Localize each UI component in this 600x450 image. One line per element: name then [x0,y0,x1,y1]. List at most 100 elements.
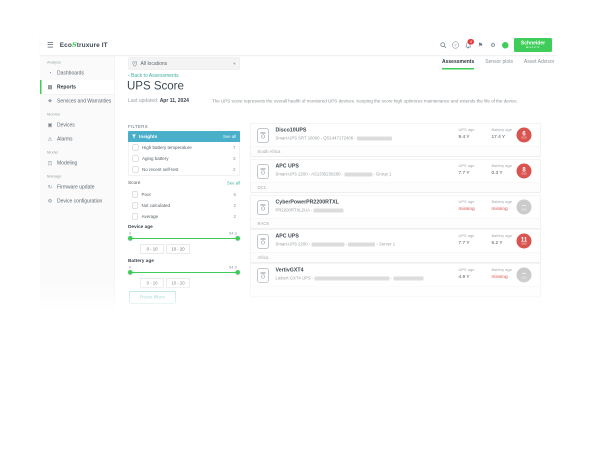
device-card-apc-ups-2[interactable]: APC UPS Smart-UPS 2200 - - - Server 1 UP… [250,229,541,263]
checkbox[interactable] [132,203,138,209]
device-name[interactable]: APC UPS [276,233,299,239]
device-configuration-icon: ⚙ [47,198,53,204]
score-denominator: /100 [521,243,526,246]
reset-filters-button[interactable]: Reset filters [129,291,176,304]
device-card-body: APC UPS Smart-UPS 2200 - - - Server 1 UP… [251,230,541,253]
device-location [251,287,541,297]
user-avatar[interactable] [502,42,509,49]
report-description: The UPS score represents the overall hea… [212,99,547,105]
subtitle-separator: - [346,242,347,247]
device-card-disco10ups[interactable]: Disco10UPS Smart-UPS SRT 10000 - QS14471… [250,123,541,157]
sidebar-item-alarms[interactable]: ⚠ Alarms [40,132,115,146]
score-badge-not-calculated: -- /100 [517,200,532,215]
sidebar-item-reports[interactable]: ▤ Reports [40,80,115,94]
battery-age-max: 54.3 [229,265,237,270]
reports-icon: ▤ [47,84,53,90]
dashboard-icon: ◔ [47,70,53,76]
sidebar-item-devices[interactable]: ▣ Devices [40,118,115,132]
hamburger-menu-icon[interactable]: ☰ [47,41,54,50]
sidebar-item-dashboards[interactable]: ◔ Dashboards [40,66,115,80]
help-icon[interactable]: ? [452,42,459,49]
filter-score-not-calculated: Not calculated 2 [128,200,240,211]
filter-score-average: Average 2 [128,211,240,222]
device-age-range-10-20-button[interactable]: 10 - 20 [166,244,190,254]
device-name[interactable]: Disco10UPS [276,127,307,133]
ups-age-label: UPS age [459,268,475,273]
tab-sensor-plots[interactable]: Sensor plots [485,59,513,70]
filter-count: 6 [233,192,236,197]
battery-age-value: 0.3 Y [492,170,512,176]
checkbox[interactable] [132,214,138,220]
location-filter-dropdown[interactable]: All locations ▾ [128,57,240,70]
insights-filter-header[interactable]: Insights See all [128,131,240,142]
filter-label: Average [142,214,159,219]
settings-gear-icon[interactable]: ⚙ [490,42,497,49]
ups-age-column: UPS age 7.7 Y [459,164,475,176]
ups-age-value: 9.4 Y [459,134,475,140]
notifications-bell-icon[interactable]: 4 [465,42,472,49]
checkbox[interactable] [132,192,138,198]
filter-aging-battery: Aging battery 3 [129,153,240,164]
back-to-assessments-link[interactable]: ‹ Back to Assessments [128,73,179,79]
filter-label: High battery temperature [142,145,192,150]
device-age-slider-handle-min[interactable] [128,236,133,241]
alarms-icon: ⚠ [47,136,53,142]
battery-age-slider-track[interactable] [130,272,238,273]
redacted-text [314,276,389,280]
device-age-range-0-10-button[interactable]: 0 - 10 [140,244,164,254]
battery-age-value: 6.2 Y [492,240,512,246]
checkbox[interactable] [133,145,139,151]
device-group: - Group 1 [373,172,391,177]
checkbox[interactable] [133,156,139,162]
filters-title: FILTERS [128,124,148,129]
device-card-body: APC UPS Smart-UPS 2200 - AS1335230260 - … [251,160,541,183]
device-group: - Server 1 [376,242,395,247]
device-card-vertivgxt4[interactable]: VertivGXT4 Liebert GXT4 UPS - - UPS age … [250,263,541,297]
battery-age-label: Battery age [492,164,512,169]
device-model-serial: Smart-UPS SRT 10000 - QS1447172406 - [276,136,356,141]
filter-label: Poor [142,192,152,197]
device-model-serial: Smart-UPS 2200 - AS1335230260 - [276,172,344,177]
device-age-label: Device age [128,224,153,230]
device-age-max: 54.3 [229,231,237,236]
tab-assessments[interactable]: Assessments [442,59,474,70]
top-bar: ☰ EcoStruxure IT ? 4 ⚑ ⚙ Schneider Elect… [40,35,557,56]
battery-age-label: Battery age [492,200,512,205]
chevron-down-icon: ▾ [233,61,235,67]
redacted-text [311,242,344,246]
page-title: UPS Score [127,79,184,93]
sidebar-item-services-warranties[interactable]: ❖ Services and Warranties [40,94,115,108]
sidebar-item-device-configuration[interactable]: ⚙ Device configuration [40,194,115,208]
insights-see-all-link[interactable]: See all [223,134,236,139]
device-card-cyberpower[interactable]: CyberPowerPR2200RTXL PR2200RTXL2UA - UPS… [250,195,541,229]
battery-age-column: Battery age missing [492,268,512,280]
firmware-update-icon: ↻ [47,184,53,190]
search-icon[interactable] [440,42,447,49]
battery-age-slider-handle-min[interactable] [128,270,133,275]
tab-asset-advisor[interactable]: Asset Advisor [524,59,554,70]
sidebar-item-firmware-update[interactable]: ↻ Firmware update [40,180,115,194]
sidebar-item-label: Modeling [57,160,77,166]
device-name[interactable]: APC UPS [276,163,299,169]
score-see-all-link[interactable]: See all [227,180,240,185]
redacted-text [348,242,375,246]
device-age-slider-track[interactable] [130,238,238,239]
battery-age-range-10-20-button[interactable]: 10 - 20 [166,278,190,288]
sidebar-item-label: Dashboards [57,70,84,76]
sidebar-item-label: Services and Warranties [57,98,111,104]
device-card-apc-ups-1[interactable]: APC UPS Smart-UPS 2200 - AS1335230260 - … [250,159,541,193]
device-age-slider-handle-max[interactable] [236,236,241,241]
device-card-body: CyberPowerPR2200RTXL PR2200RTXL2UA - UPS… [251,196,541,219]
sidebar-section-analyze: Analyze [40,56,115,66]
feedback-flag-icon[interactable]: ⚑ [477,42,484,49]
checkbox[interactable] [133,167,139,173]
sidebar-item-modeling[interactable]: ◫ Modeling [40,156,115,170]
battery-age-slider-handle-max[interactable] [236,270,241,275]
device-name[interactable]: VertivGXT4 [276,267,304,273]
device-name[interactable]: CyberPowerPR2200RTXL [276,199,339,205]
app-logo: EcoStruxure IT [60,41,108,49]
device-subtitle: Smart-UPS 2200 - AS1335230260 - - Group … [276,172,392,177]
device-subtitle: PR2200RTXL2UA - [276,208,344,213]
filter-label: Not calculated [142,203,171,208]
battery-age-range-0-10-button[interactable]: 0 - 10 [140,278,164,288]
